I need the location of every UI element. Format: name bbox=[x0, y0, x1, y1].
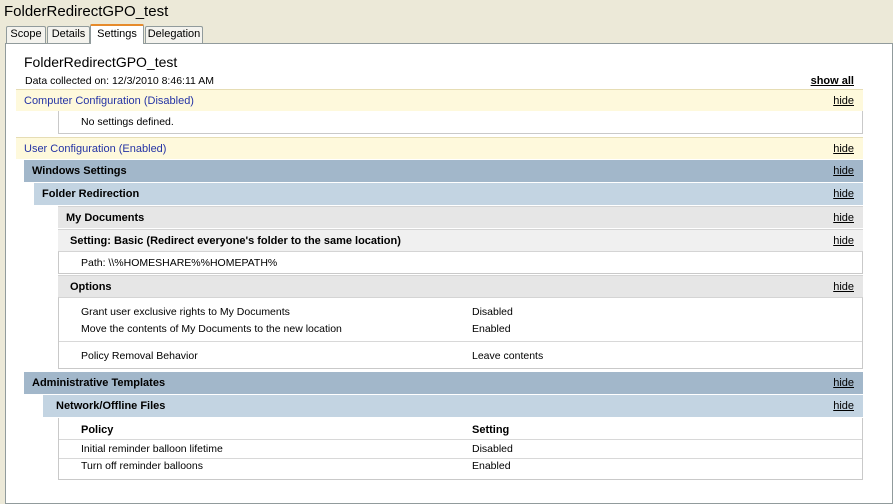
folder-redirection-label: Folder Redirection bbox=[42, 188, 140, 200]
path-text: Path: \\%HOMESHARE%%HOMEPATH% bbox=[81, 257, 278, 269]
hide-link[interactable]: hide bbox=[833, 235, 854, 247]
network-offline-files-header: Network/Offline Files hide bbox=[43, 395, 863, 417]
option-name: Policy Removal Behavior bbox=[81, 350, 198, 362]
policy-table: Policy Setting Initial reminder balloon … bbox=[58, 418, 863, 480]
divider bbox=[59, 458, 862, 459]
hide-link[interactable]: hide bbox=[833, 400, 854, 412]
tab-details[interactable]: Details bbox=[47, 26, 90, 43]
hide-link[interactable]: hide bbox=[833, 377, 854, 389]
setting-basic-label: Setting: Basic (Redirect everyone's fold… bbox=[70, 234, 401, 247]
setting-basic-header: Setting: Basic (Redirect everyone's fold… bbox=[58, 229, 863, 251]
administrative-templates-label: Administrative Templates bbox=[32, 377, 166, 389]
hide-link[interactable]: hide bbox=[833, 212, 854, 224]
windows-settings-label: Windows Settings bbox=[32, 165, 127, 177]
setting-basic-body: Path: \\%HOMESHARE%%HOMEPATH% bbox=[58, 251, 863, 274]
policy-column-header: Policy bbox=[81, 424, 114, 436]
tab-delegation[interactable]: Delegation bbox=[145, 26, 203, 43]
settings-report-panel: FolderRedirectGPO_test Data collected on… bbox=[5, 43, 893, 504]
my-documents-header: My Documents hide bbox=[58, 206, 863, 228]
option-value: Disabled bbox=[472, 306, 513, 318]
folder-redirection-header: Folder Redirection hide bbox=[34, 183, 863, 205]
user-configuration-label: User Configuration (Enabled) bbox=[24, 142, 167, 155]
windows-settings-header: Windows Settings hide bbox=[24, 160, 863, 182]
administrative-templates-header: Administrative Templates hide bbox=[24, 372, 863, 394]
options-label: Options bbox=[70, 280, 112, 293]
show-all-link[interactable]: show all bbox=[811, 75, 854, 87]
options-header: Options hide bbox=[58, 275, 863, 297]
data-collected-timestamp: Data collected on: 12/3/2010 8:46:11 AM bbox=[25, 75, 214, 87]
policy-name: Initial reminder balloon lifetime bbox=[81, 443, 223, 455]
policy-name: Turn off reminder balloons bbox=[81, 460, 203, 472]
setting-column-header: Setting bbox=[472, 424, 510, 436]
option-value: Leave contents bbox=[472, 350, 544, 362]
tab-scope[interactable]: Scope bbox=[6, 26, 46, 43]
policy-value: Enabled bbox=[472, 460, 511, 472]
option-name: Move the contents of My Documents to the… bbox=[81, 323, 342, 335]
divider bbox=[59, 439, 862, 440]
computer-configuration-label: Computer Configuration (Disabled) bbox=[24, 94, 194, 107]
computer-configuration-header: Computer Configuration (Disabled) hide bbox=[16, 89, 863, 111]
divider bbox=[59, 341, 862, 342]
option-value: Enabled bbox=[472, 323, 511, 335]
hide-link[interactable]: hide bbox=[833, 188, 854, 200]
hide-link[interactable]: hide bbox=[833, 143, 854, 155]
user-configuration-header: User Configuration (Enabled) hide bbox=[16, 137, 863, 159]
report-title: FolderRedirectGPO_test bbox=[24, 54, 178, 70]
network-offline-files-label: Network/Offline Files bbox=[56, 400, 166, 412]
hide-link[interactable]: hide bbox=[833, 165, 854, 177]
hide-link[interactable]: hide bbox=[833, 281, 854, 293]
window-title: FolderRedirectGPO_test bbox=[4, 3, 169, 20]
my-documents-label: My Documents bbox=[66, 211, 145, 224]
no-settings-text: No settings defined. bbox=[81, 116, 174, 128]
option-name: Grant user exclusive rights to My Docume… bbox=[81, 306, 290, 318]
hide-link[interactable]: hide bbox=[833, 95, 854, 107]
computer-configuration-body: No settings defined. bbox=[58, 111, 863, 134]
tab-settings[interactable]: Settings bbox=[90, 24, 144, 44]
policy-value: Disabled bbox=[472, 443, 513, 455]
options-table: Grant user exclusive rights to My Docume… bbox=[58, 297, 863, 369]
